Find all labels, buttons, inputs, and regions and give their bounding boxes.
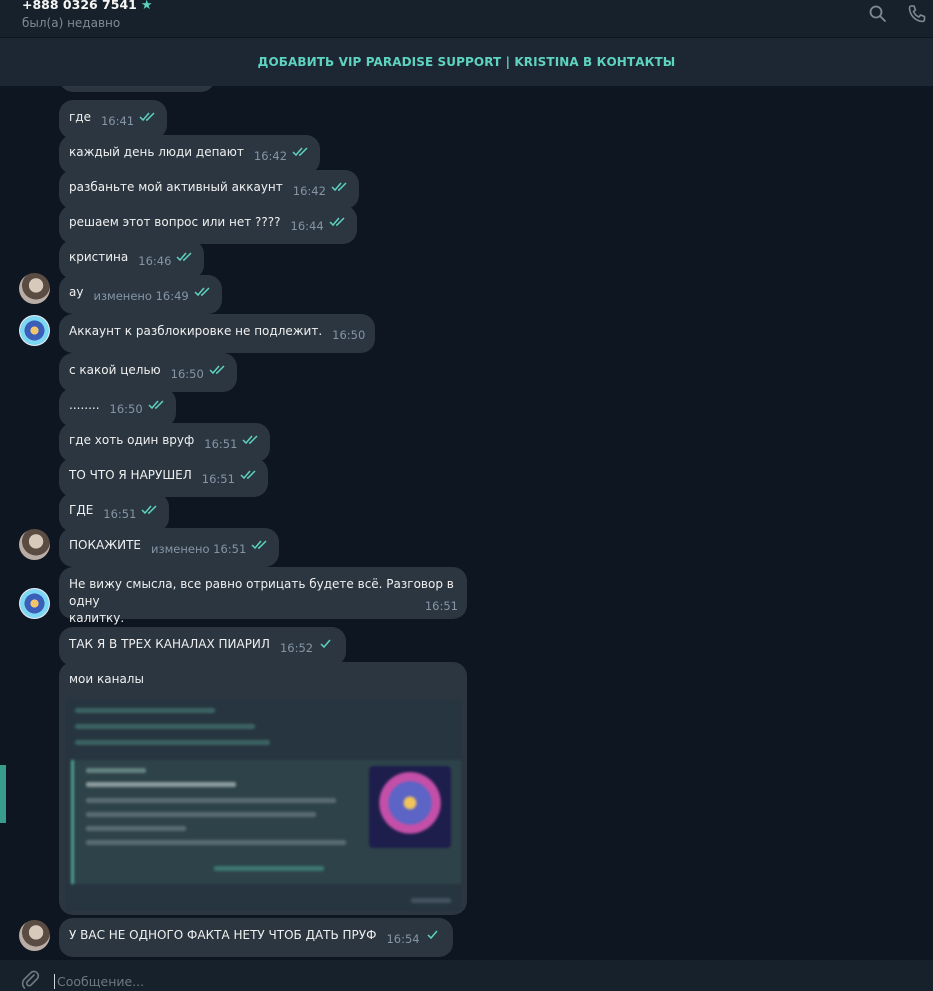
message-time: изменено 16:49 [93,289,189,303]
user-avatar[interactable] [19,920,50,951]
add-contact-banner[interactable]: ДОБАВИТЬ VIP PARADISE SUPPORT | KRISTINA… [0,38,933,86]
message-text: ТО ЧТО Я НАРУШЕЛ [69,468,192,482]
message-text: ........ [69,398,100,412]
message-time: 16:41 [100,114,135,128]
blurred-link [75,708,215,713]
double-check-icon [251,540,267,550]
message-list[interactable]: где 16:41 каждый день люди депают 16:42 ра… [0,86,933,960]
contact-status: был(а) недавно [22,16,121,30]
message-bubble[interactable]: ГДЕ 16:51 [59,493,170,532]
message-text: мои каналы [69,672,144,686]
message-time: 16:46 [138,254,172,268]
message-text: где [69,110,91,124]
message-text-line: Не вижу смысла, все равно отрицать будет… [69,577,454,608]
double-check-icon [176,252,192,262]
blurred-text [86,826,186,831]
message-bubble[interactable]: У ВАС НЕ ОДНОГО ФАКТА НЕТУ ЧТОБ ДАТЬ ПРУ… [59,918,453,957]
message-time: 16:42 [253,149,288,163]
message-time: 16:51 [424,599,458,613]
message-bubble[interactable]: ТАК Я В ТРЕХ КАНАЛАХ ПИАРИЛ 16:52 [59,627,347,666]
double-check-icon [209,365,225,375]
message-text: разбаньте мой активный аккаунт [69,180,283,194]
message-time: изменено 16:51 [151,542,247,556]
double-check-icon [141,505,157,515]
blurred-text [86,768,146,773]
support-avatar[interactable] [19,588,50,619]
message-composer: Сообщение... [0,960,933,991]
message-text: ТАК Я В ТРЕХ КАНАЛАХ ПИАРИЛ [69,637,270,651]
message-bubble[interactable]: разбаньте мой активный аккаунт 16:42 [59,170,359,209]
single-check-icon [427,930,438,940]
blurred-link [75,724,255,729]
double-check-icon [329,217,345,227]
chat-header: +888 0326 7541 ★ был(а) недавно [0,0,933,38]
paperclip-icon[interactable] [20,969,40,989]
message-text: с какой целью [69,363,161,377]
message-time: 16:51 [201,472,235,486]
message-text: Аккаунт к разблокировке не подлежит. [69,324,323,338]
single-check-icon [320,639,331,649]
message-bubble[interactable]: где 16:41 [59,100,168,139]
star-icon: ★ [140,0,153,13]
message-text: ау [69,285,84,299]
message-bubble-partial [59,86,215,92]
blurred-link [75,740,270,745]
message-input[interactable]: Сообщение... [54,974,144,989]
message-bubble[interactable]: где хоть один вруф 16:51 [59,423,271,462]
message-text: У ВАС НЕ ОДНОГО ФАКТА НЕТУ ЧТОБ ДАТЬ ПРУ… [69,928,377,942]
blurred-time [411,898,451,903]
user-avatar[interactable] [19,529,50,560]
message-text-line: калитку. [69,611,125,625]
link-preview-card [71,760,461,884]
double-check-icon [194,287,210,297]
contact-name[interactable]: +888 0326 7541 [22,0,137,12]
message-bubble-incoming[interactable]: Аккаунт к разблокировке не подлежит. 16:5… [59,314,376,353]
message-time: 16:52 [279,641,314,655]
blurred-text [86,798,336,803]
message-bubble[interactable]: ау изменено 16:49 [59,275,222,314]
message-time: 16:50 [109,402,143,416]
media-message-bubble[interactable]: мои каналы [59,662,467,915]
message-bubble[interactable]: с какой целью 16:50 [59,353,237,392]
double-check-icon [242,435,258,445]
message-time: 16:54 [386,932,420,946]
blurred-screenshot[interactable] [65,700,461,911]
contact-name-row[interactable]: +888 0326 7541 ★ [22,0,153,13]
message-time: 16:42 [292,184,326,198]
blurred-text [86,812,316,817]
double-check-icon [240,470,256,480]
message-bubble[interactable]: ........ 16:50 [59,388,176,427]
message-text: решаем этот вопрос или нет ???? [69,215,281,229]
message-bubble[interactable]: кристина 16:46 [59,240,205,279]
message-time: 16:51 [204,437,238,451]
double-check-icon [148,400,164,410]
phone-icon[interactable] [907,4,927,24]
message-bubble[interactable]: ТО ЧТО Я НАРУШЕЛ 16:51 [59,458,268,497]
message-text: кристина [69,250,129,264]
message-bubble[interactable]: решаем этот вопрос или нет ???? 16:44 [59,205,357,244]
message-text: каждый день люди депают [69,145,244,159]
double-check-icon [139,112,155,122]
message-time: 16:50 [332,328,366,342]
support-avatar[interactable] [19,315,50,346]
search-icon[interactable] [868,4,888,24]
message-time: 16:50 [170,367,204,381]
add-contact-link[interactable]: ДОБАВИТЬ VIP PARADISE SUPPORT | KRISTINA… [258,55,676,69]
preview-image [369,766,451,848]
double-check-icon [292,147,308,157]
blurred-button [214,866,324,871]
message-text: ГДЕ [69,503,94,517]
message-text: ПОКАЖИТЕ [69,538,142,552]
user-avatar[interactable] [19,273,50,304]
scroll-indicator[interactable] [0,765,6,823]
message-time: 16:44 [290,219,324,233]
message-bubble-incoming[interactable]: Не вижу смысла, все равно отрицать будет… [59,567,467,625]
message-time: 16:51 [103,507,137,521]
double-check-icon [331,182,347,192]
message-bubble[interactable]: ПОКАЖИТЕ изменено 16:51 [59,528,280,567]
message-bubble[interactable]: каждый день люди депают 16:42 [59,135,321,174]
message-text: где хоть один вруф [69,433,195,447]
blurred-text [86,840,346,845]
blurred-text [86,782,236,787]
